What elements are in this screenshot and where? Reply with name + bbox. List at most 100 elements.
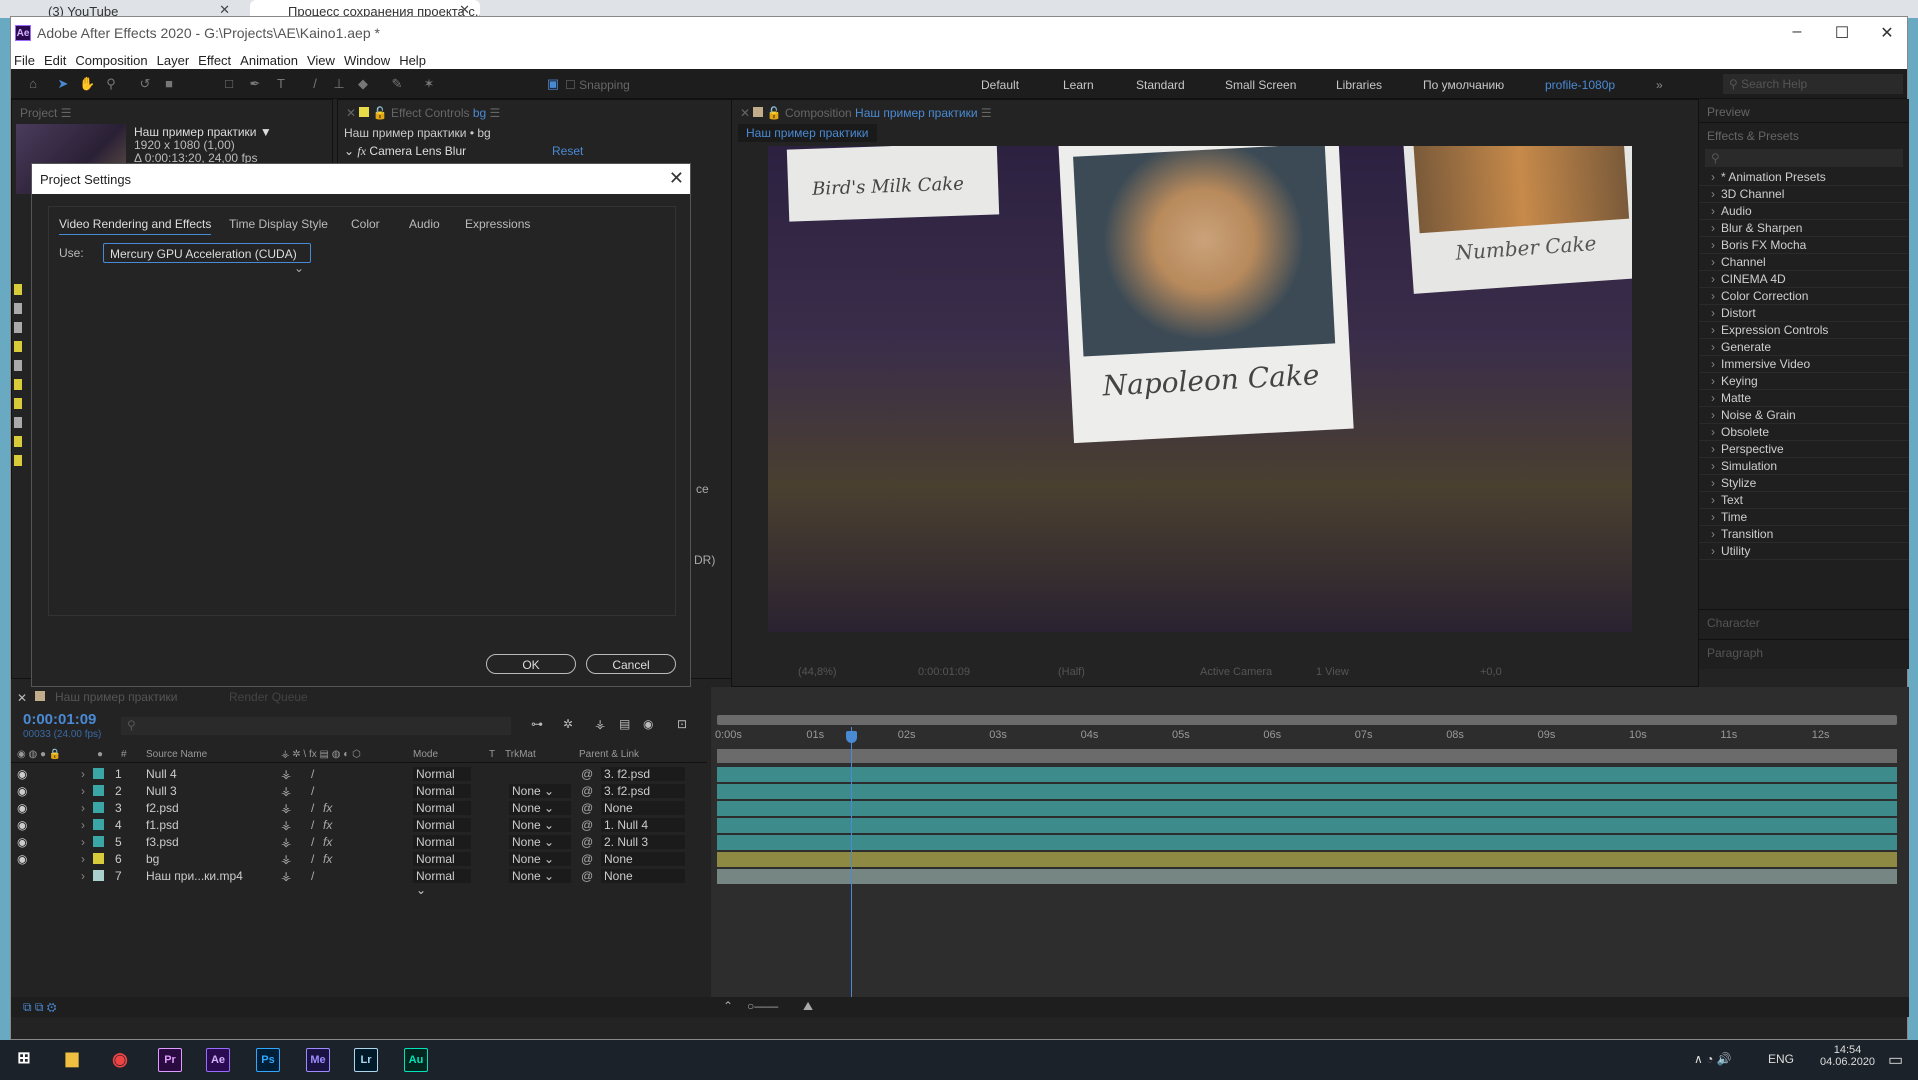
magnification-dropdown[interactable]: (44,8%) <box>798 666 837 678</box>
tab-color[interactable]: Color <box>351 217 380 231</box>
menu-composition[interactable]: Composition <box>72 51 153 68</box>
effect-category[interactable]: 3D Channel <box>1699 186 1909 203</box>
resolution-dropdown[interactable]: (Half) <box>1058 666 1085 678</box>
expand-chevron-icon[interactable]: › <box>81 818 85 832</box>
frame-blending-icon[interactable]: ▤ <box>619 717 630 731</box>
workspace-profile-1080p[interactable]: profile-1080p <box>1545 78 1615 92</box>
menu-edit[interactable]: Edit <box>41 51 72 68</box>
shy-switch-icon[interactable]: ⚶ <box>281 835 291 849</box>
effect-category[interactable]: Audio <box>1699 203 1909 220</box>
expand-chevron-icon[interactable]: › <box>81 767 85 781</box>
layer-label-color[interactable] <box>93 785 104 796</box>
hand-tool-icon[interactable]: ✋ <box>79 76 95 92</box>
effects-search-input[interactable]: ⚲ <box>1705 149 1903 167</box>
menu-layer[interactable]: Layer <box>154 51 196 68</box>
minimize-button[interactable]: – <box>1777 23 1817 41</box>
shy-switch-icon[interactable]: ⚶ <box>281 852 291 866</box>
views-dropdown[interactable]: 1 View <box>1316 666 1349 678</box>
layer-label-color[interactable] <box>93 768 104 779</box>
work-area-bar[interactable] <box>717 749 1897 763</box>
brush-tool-icon[interactable]: / <box>307 76 323 92</box>
workspace-small-screen[interactable]: Small Screen <box>1225 78 1296 92</box>
layer-name[interactable]: bg <box>146 852 159 866</box>
effect-category[interactable]: Blur & Sharpen <box>1699 220 1909 237</box>
premiere-icon[interactable]: Pr <box>158 1048 182 1072</box>
fx-switch-icon[interactable]: fx <box>323 835 332 849</box>
effect-category[interactable]: Time <box>1699 509 1909 526</box>
puppet-tool-icon[interactable]: ✶ <box>421 76 437 92</box>
eye-icon[interactable]: ◉ <box>17 852 27 866</box>
parent-dropdown[interactable]: 1. Null 4 <box>601 818 685 832</box>
layer-name[interactable]: f3.psd <box>146 835 179 849</box>
notifications-icon[interactable]: ▭ <box>1888 1050 1903 1070</box>
layer-duration-bar[interactable] <box>717 818 1897 833</box>
effect-category[interactable]: Stylize <box>1699 475 1909 492</box>
reset-button[interactable]: Reset <box>552 144 583 158</box>
project-panel-header[interactable]: Project ☰ <box>12 100 332 124</box>
eye-icon[interactable]: ◉ <box>17 801 27 815</box>
tab-expressions[interactable]: Expressions <box>465 217 530 231</box>
layer-name[interactable]: Null 4 <box>146 767 177 781</box>
layer-label-color[interactable] <box>93 802 104 813</box>
preview-panel-header[interactable]: Preview <box>1699 99 1909 123</box>
exposure-value[interactable]: +0,0 <box>1480 666 1502 678</box>
pickwhip-icon[interactable]: @ <box>581 801 593 815</box>
draft-3d-icon[interactable]: ✲ <box>563 717 573 731</box>
tab-audio[interactable]: Audio <box>409 217 440 231</box>
character-panel-header[interactable]: Character <box>1699 609 1909 635</box>
trkmat-dropdown[interactable]: None ⌄ <box>509 818 571 832</box>
explorer-icon[interactable]: ▆ <box>60 1048 84 1072</box>
quality-switch-icon[interactable]: / <box>311 801 314 815</box>
pickwhip-icon[interactable]: @ <box>581 835 593 849</box>
layer-duration-bar[interactable] <box>717 852 1897 867</box>
mode-dropdown[interactable]: Normal ⌄ <box>413 852 471 880</box>
quality-switch-icon[interactable]: / <box>311 818 314 832</box>
comp-breadcrumb-tab[interactable]: Наш пример практики <box>738 124 877 142</box>
layer-duration-bar[interactable] <box>717 801 1897 816</box>
effect-category[interactable]: CINEMA 4D <box>1699 271 1909 288</box>
eye-icon[interactable]: ◉ <box>17 784 27 798</box>
effect-category[interactable]: Distort <box>1699 305 1909 322</box>
mode-dropdown[interactable]: Normal ⌄ <box>413 784 471 812</box>
clone-stamp-icon[interactable]: ⊥ <box>331 76 347 92</box>
expand-chevron-icon[interactable]: › <box>81 835 85 849</box>
expand-chevron-icon[interactable]: › <box>81 784 85 798</box>
zoom-out-icon[interactable]: ⌃ <box>723 999 733 1013</box>
layer-row[interactable]: › 7 Наш при...ки.mp4 ⚶ / Normal ⌄ None ⌄… <box>11 867 707 897</box>
composition-header[interactable]: ✕ 🔓 Composition Наш пример практики ☰ <box>732 100 1698 124</box>
workspace-standard[interactable]: Standard <box>1136 78 1185 92</box>
workspace-learn[interactable]: Learn <box>1063 78 1094 92</box>
layer-row[interactable]: ◉ › 1 Null 4 ⚶ / Normal ⌄ @ 3. f2.psd <box>11 765 707 795</box>
workspace-default[interactable]: Default <box>981 78 1019 92</box>
menu-animation[interactable]: Animation <box>237 51 304 68</box>
parent-header[interactable]: Parent & Link <box>579 749 639 760</box>
language-indicator[interactable]: ENG <box>1768 1052 1794 1066</box>
workspace-libraries[interactable]: Libraries <box>1336 78 1382 92</box>
maximize-button[interactable]: ☐ <box>1822 23 1862 43</box>
expand-chevron-icon[interactable]: › <box>81 852 85 866</box>
zoom-tool-icon[interactable]: ⚲ <box>103 76 119 92</box>
layer-search-input[interactable]: ⚲ <box>121 717 511 735</box>
menu-file[interactable]: File <box>11 51 41 68</box>
layer-row[interactable]: ◉ › 5 f3.psd ⚶ / fx Normal ⌄ None ⌄ @ 2.… <box>11 833 707 863</box>
zoom-in-icon[interactable]: ⛰ <box>803 999 813 1014</box>
quality-switch-icon[interactable]: / <box>311 784 314 798</box>
quality-switch-icon[interactable]: / <box>311 869 314 883</box>
camera-tool-icon[interactable]: ■ <box>161 76 177 92</box>
layer-duration-bar[interactable] <box>717 835 1897 850</box>
clock[interactable]: 14:54 04.06.2020 <box>1820 1044 1875 1068</box>
work-area-navigator[interactable] <box>717 715 1897 725</box>
effect-category[interactable]: Color Correction <box>1699 288 1909 305</box>
tab-time-display-style[interactable]: Time Display Style <box>229 217 328 231</box>
effect-controls-header[interactable]: ✕ 🔓 Effect Controls bg ☰ <box>338 100 736 124</box>
toggle-switches-icon[interactable]: ⧉ ⧉ ⚙ <box>23 1000 57 1015</box>
layer-row[interactable]: ◉ › 2 Null 3 ⚶ / Normal ⌄ None ⌄ @ 3. f2… <box>11 782 707 812</box>
home-icon[interactable]: ⌂ <box>25 76 41 92</box>
parent-dropdown[interactable]: 3. f2.psd <box>601 767 685 781</box>
effect-category[interactable]: Perspective <box>1699 441 1909 458</box>
comp-mini-flowchart-icon[interactable]: ⊶ <box>531 717 543 731</box>
layer-duration-bar[interactable] <box>717 869 1897 884</box>
pickwhip-icon[interactable]: @ <box>581 818 593 832</box>
menu-effect[interactable]: Effect <box>195 51 237 68</box>
layer-name[interactable]: Наш при...ки.mp4 <box>146 869 243 883</box>
